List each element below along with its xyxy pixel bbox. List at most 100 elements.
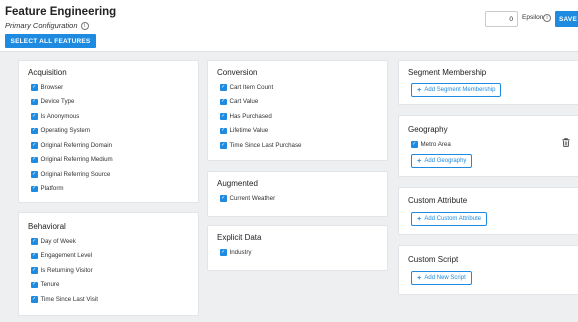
checkbox-checked-icon[interactable]: ✓ (220, 84, 227, 91)
checkbox-checked-icon[interactable]: ✓ (220, 142, 227, 149)
acquisition-feature-list: ✓ Browser ✓ Device Type ✓ Is Anonymous ✓ Operat… (31, 80, 113, 196)
feature-checkbox-item[interactable]: ✓ Time Since Last Visit (31, 292, 98, 307)
feature-label: Lifetime Value (229, 127, 269, 135)
feature-label: Platform (40, 185, 64, 193)
checkbox-checked-icon[interactable]: ✓ (220, 249, 227, 256)
custom-script-panel: Custom Script + Add New Script (398, 245, 578, 295)
feature-checkbox-item[interactable]: ✓ Browser (31, 80, 113, 95)
feature-label: Day of Week (40, 237, 76, 245)
checkbox-checked-icon[interactable]: ✓ (31, 185, 38, 192)
configuration-subtitle: Primary Configuration i (5, 21, 89, 30)
custom-attribute-title: Custom Attribute (408, 196, 468, 205)
plus-icon: + (417, 214, 422, 224)
feature-label: Original Referring Domain (40, 141, 113, 149)
add-new-script-label: Add New Script (424, 275, 466, 281)
feature-label: Time Since Last Visit (40, 295, 98, 303)
add-geography-button[interactable]: + Add Geography (411, 154, 473, 168)
save-button[interactable]: SAVE (555, 11, 578, 27)
feature-checkbox-item[interactable]: ✓ Original Referring Medium (31, 153, 113, 168)
augmented-title: Augmented (217, 179, 258, 188)
feature-checkbox-item[interactable]: ✓ Operating System (31, 124, 113, 139)
checkbox-checked-icon[interactable]: ✓ (31, 127, 38, 134)
add-geography-label: Add Geography (424, 158, 467, 164)
feature-checkbox-item[interactable]: ✓ Time Since Last Purchase (220, 138, 302, 153)
conversion-title: Conversion (217, 68, 258, 77)
checkbox-checked-icon[interactable]: ✓ (220, 127, 227, 134)
custom-attribute-panel: Custom Attribute + Add Custom Attribute (398, 187, 578, 235)
checkbox-checked-icon[interactable]: ✓ (411, 141, 418, 148)
feature-checkbox-item[interactable]: ✓ Cart Item Count (220, 80, 302, 95)
augmented-panel: Augmented ✓ Current Weather (207, 171, 388, 217)
feature-label: Tenure (40, 281, 60, 289)
feature-label: Original Referring Medium (40, 156, 113, 164)
checkbox-checked-icon[interactable]: ✓ (31, 252, 38, 259)
feature-checkbox-item[interactable]: ✓ Device Type (31, 95, 113, 110)
checkbox-checked-icon[interactable]: ✓ (31, 171, 38, 178)
add-new-script-button[interactable]: + Add New Script (411, 271, 472, 285)
geography-feature-list: ✓ Metro Area (411, 137, 451, 152)
geography-title: Geography (408, 125, 448, 134)
behavioral-feature-list: ✓ Day of Week ✓ Engagement Level ✓ Is Returni… (31, 234, 98, 307)
checkbox-checked-icon[interactable]: ✓ (220, 113, 227, 120)
add-segment-membership-button[interactable]: + Add Segment Membership (411, 83, 502, 97)
plus-icon: + (417, 85, 422, 95)
trash-icon[interactable] (562, 138, 570, 147)
feature-checkbox-item[interactable]: ✓ Has Purchased (220, 109, 302, 124)
checkbox-checked-icon[interactable]: ✓ (31, 281, 38, 288)
conversion-feature-list: ✓ Cart Item Count ✓ Cart Value ✓ Has Purchase… (220, 80, 302, 153)
feature-label: Engagement Level (40, 252, 93, 260)
explicit-data-feature-list: ✓ Industry (220, 245, 252, 260)
checkbox-checked-icon[interactable]: ✓ (31, 156, 38, 163)
feature-checkbox-item[interactable]: ✓ Tenure (31, 278, 98, 293)
add-segment-membership-label: Add Segment Membership (424, 87, 496, 93)
augmented-feature-list: ✓ Current Weather (220, 191, 275, 206)
conversion-panel: Conversion ✓ Cart Item Count ✓ Cart Value ✓ H… (207, 60, 388, 161)
checkbox-checked-icon[interactable]: ✓ (31, 296, 38, 303)
feature-checkbox-item[interactable]: ✓ Industry (220, 245, 252, 260)
checkbox-checked-icon[interactable]: ✓ (31, 142, 38, 149)
add-custom-attribute-button[interactable]: + Add Custom Attribute (411, 212, 488, 226)
feature-checkbox-item[interactable]: ✓ Engagement Level (31, 249, 98, 264)
checkbox-checked-icon[interactable]: ✓ (31, 238, 38, 245)
checkbox-checked-icon[interactable]: ✓ (220, 98, 227, 105)
feature-checkbox-item[interactable]: ✓ Is Anonymous (31, 109, 113, 124)
feature-label: Has Purchased (229, 112, 272, 120)
feature-checkbox-item[interactable]: ✓ Is Returning Visitor (31, 263, 98, 278)
checkbox-checked-icon[interactable]: ✓ (31, 267, 38, 274)
feature-checkbox-item[interactable]: ✓ Cart Value (220, 95, 302, 110)
feature-checkbox-item[interactable]: ✓ Metro Area (411, 137, 451, 152)
feature-label: Time Since Last Purchase (229, 141, 302, 149)
plus-icon: + (417, 156, 422, 166)
checkbox-checked-icon[interactable]: ✓ (31, 98, 38, 105)
feature-label: Is Anonymous (40, 112, 80, 120)
feature-label: Cart Item Count (229, 83, 274, 91)
feature-checkbox-item[interactable]: ✓ Original Referring Source (31, 167, 113, 182)
behavioral-title: Behavioral (28, 222, 66, 231)
feature-checkbox-item[interactable]: ✓ Original Referring Domain (31, 138, 113, 153)
epsilon-info-icon[interactable]: i (543, 14, 551, 22)
feature-label: Is Returning Visitor (40, 266, 93, 274)
custom-script-title: Custom Script (408, 255, 459, 264)
feature-label: Cart Value (229, 98, 259, 106)
select-all-features-button[interactable]: SELECT ALL FEATURES (5, 34, 96, 48)
add-custom-attribute-label: Add Custom Attribute (424, 216, 482, 222)
page-title: Feature Engineering (5, 6, 117, 18)
info-icon[interactable]: i (80, 21, 89, 30)
feature-checkbox-item[interactable]: ✓ Day of Week (31, 234, 98, 249)
epsilon-label: Epsilon (522, 14, 544, 21)
feature-checkbox-item[interactable]: ✓ Lifetime Value (220, 124, 302, 139)
feature-checkbox-item[interactable]: ✓ Current Weather (220, 191, 275, 206)
feature-checkbox-item[interactable]: ✓ Platform (31, 182, 113, 197)
segment-membership-panel: Segment Membership + Add Segment Members… (398, 60, 578, 105)
explicit-data-panel: Explicit Data ✓ Industry (207, 225, 388, 271)
checkbox-checked-icon[interactable]: ✓ (31, 84, 38, 91)
feature-label: Operating System (40, 127, 91, 135)
checkbox-checked-icon[interactable]: ✓ (220, 195, 227, 202)
feature-label: Industry (229, 248, 252, 256)
checkbox-checked-icon[interactable]: ✓ (31, 113, 38, 120)
epsilon-input[interactable] (485, 11, 518, 27)
feature-label: Metro Area (420, 140, 451, 148)
acquisition-panel: Acquisition ✓ Browser ✓ Device Type ✓ Is Anon… (18, 60, 199, 203)
feature-label: Current Weather (229, 194, 276, 202)
segment-membership-title: Segment Membership (408, 68, 487, 77)
